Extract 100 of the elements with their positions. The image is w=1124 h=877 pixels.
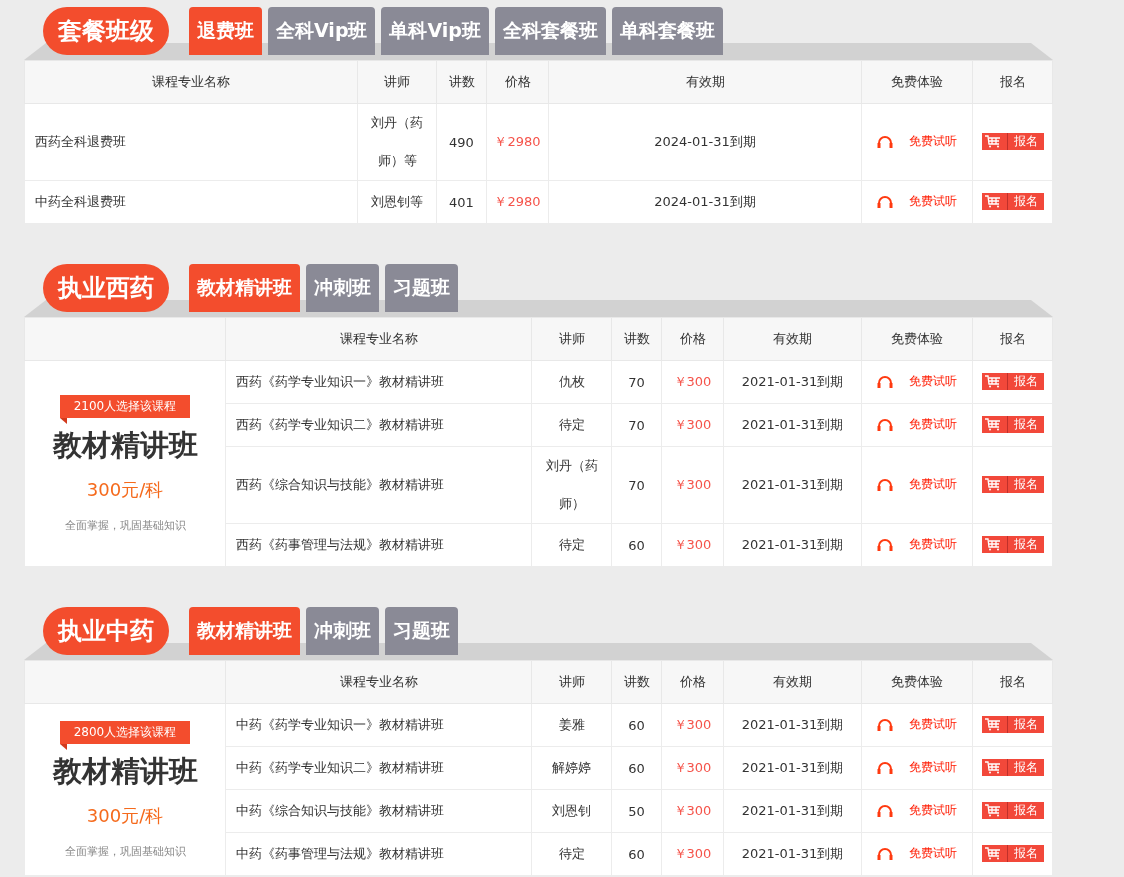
headphones-icon [877, 195, 893, 208]
category-tab[interactable]: 教材精讲班 [189, 607, 300, 655]
badge-tail [59, 417, 67, 424]
promo-price: 300元/科 [86, 803, 164, 828]
lesson-count-cell: 70 [611, 446, 662, 524]
teacher-cell: 刘恩钊等 [357, 180, 437, 224]
badge-tail [59, 743, 67, 750]
course-name-cell: 西药《药事管理与法规》教材精讲班 [225, 523, 532, 567]
price-cell: ￥300 [661, 703, 724, 747]
teacher-cell: 刘丹（药师） [531, 446, 612, 524]
signup-button[interactable]: 报名 [981, 716, 1044, 733]
column-header: 免费体验 [861, 317, 973, 361]
column-header: 报名 [972, 660, 1053, 704]
price-cell: ￥300 [661, 746, 724, 790]
column-header: 报名 [972, 317, 1053, 361]
cart-icon [984, 538, 1001, 551]
signup-button[interactable]: 报名 [981, 759, 1044, 776]
lesson-count-cell: 60 [611, 523, 662, 567]
price-cell: ￥2980 [486, 103, 549, 181]
validity-cell: 2021-01-31到期 [723, 403, 862, 447]
course-name-cell: 中药《药学专业知识二》教材精讲班 [225, 746, 532, 790]
signup-button[interactable]: 报名 [981, 133, 1044, 150]
signup-button[interactable]: 报名 [981, 373, 1044, 390]
lesson-count-cell: 401 [436, 180, 487, 224]
column-header: 有效期 [723, 317, 862, 361]
teacher-cell: 解婷婷 [531, 746, 612, 790]
category-tab[interactable]: 冲刺班 [306, 607, 379, 655]
column-header: 讲数 [436, 60, 487, 104]
cart-icon [984, 847, 1001, 860]
cart-icon [984, 478, 1001, 491]
validity-cell: 2024-01-31到期 [548, 180, 862, 224]
lesson-count-cell: 60 [611, 746, 662, 790]
promo-subtitle: 全面掌握，巩固基础知识 [64, 843, 186, 859]
headphones-icon [877, 718, 893, 731]
price-cell: ￥300 [661, 789, 724, 833]
lesson-count-cell: 70 [611, 360, 662, 404]
category-tab[interactable]: 单科套餐班 [611, 7, 723, 55]
price-cell: ￥300 [661, 446, 724, 524]
cart-icon [984, 418, 1001, 431]
signup-button[interactable]: 报名 [981, 193, 1044, 210]
headphones-icon [877, 478, 893, 491]
headphones-icon [877, 135, 893, 148]
lesson-count-cell: 490 [436, 103, 487, 181]
cart-icon [984, 195, 1001, 208]
course-name-cell: 西药《药学专业知识二》教材精讲班 [225, 403, 532, 447]
headphones-icon [877, 538, 893, 551]
category-tab[interactable]: 习题班 [385, 607, 458, 655]
course-name-cell: 西药全科退费班 [24, 103, 358, 181]
signup-button[interactable]: 报名 [981, 802, 1044, 819]
teacher-cell: 仇枚 [531, 360, 612, 404]
free-trial-link[interactable]: 免费试听 [877, 476, 957, 494]
teacher-cell: 待定 [531, 403, 612, 447]
column-header: 课程专业名称 [225, 660, 532, 704]
promo-title: 教材精讲班 [52, 752, 198, 790]
category-tab[interactable]: 退费班 [189, 7, 262, 55]
free-trial-link[interactable]: 免费试听 [877, 133, 957, 151]
category-tab[interactable]: 全科套餐班 [494, 7, 606, 55]
headphones-icon [877, 804, 893, 817]
lesson-count-cell: 50 [611, 789, 662, 833]
signup-button[interactable]: 报名 [981, 416, 1044, 433]
column-header: 价格 [661, 317, 724, 361]
category-tab[interactable]: 冲刺班 [306, 264, 379, 312]
category-tab[interactable]: 教材精讲班 [189, 264, 300, 312]
cart-icon [984, 761, 1001, 774]
category-tab[interactable]: 习题班 [385, 264, 458, 312]
teacher-cell: 刘恩钊 [531, 789, 612, 833]
signup-button[interactable]: 报名 [981, 845, 1044, 862]
column-header: 报名 [972, 60, 1053, 104]
course-name-cell: 中药《综合知识与技能》教材精讲班 [225, 789, 532, 833]
teacher-cell: 待定 [531, 832, 612, 876]
cart-icon [984, 804, 1001, 817]
course-name-cell: 中药《药事管理与法规》教材精讲班 [225, 832, 532, 876]
price-cell: ￥300 [661, 403, 724, 447]
column-header: 讲数 [611, 317, 662, 361]
promo-price: 300元/科 [86, 477, 164, 502]
section-title: 执业中药 [43, 607, 169, 655]
column-header: 有效期 [723, 660, 862, 704]
column-header: 讲师 [531, 317, 612, 361]
teacher-cell: 姜雅 [531, 703, 612, 747]
course-name-cell: 中药全科退费班 [24, 180, 358, 224]
cart-icon [984, 135, 1001, 148]
validity-cell: 2021-01-31到期 [723, 746, 862, 790]
column-header: 免费体验 [861, 660, 973, 704]
validity-cell: 2021-01-31到期 [723, 789, 862, 833]
validity-cell: 2021-01-31到期 [723, 703, 862, 747]
signup-button[interactable]: 报名 [981, 476, 1044, 493]
validity-cell: 2021-01-31到期 [723, 832, 862, 876]
column-header: 课程专业名称 [24, 60, 358, 104]
category-tab[interactable]: 全科Vip班 [268, 7, 376, 55]
category-tab[interactable]: 单科Vip班 [381, 7, 489, 55]
course-name-cell: 西药《药学专业知识一》教材精讲班 [225, 360, 532, 404]
validity-cell: 2021-01-31到期 [723, 523, 862, 567]
validity-cell: 2021-01-31到期 [723, 446, 862, 524]
teacher-cell: 待定 [531, 523, 612, 567]
validity-cell: 2024-01-31到期 [548, 103, 862, 181]
lesson-count-cell: 60 [611, 832, 662, 876]
column-header: 讲师 [531, 660, 612, 704]
signup-button[interactable]: 报名 [981, 536, 1044, 553]
cart-icon [984, 718, 1001, 731]
headphones-icon [877, 847, 893, 860]
